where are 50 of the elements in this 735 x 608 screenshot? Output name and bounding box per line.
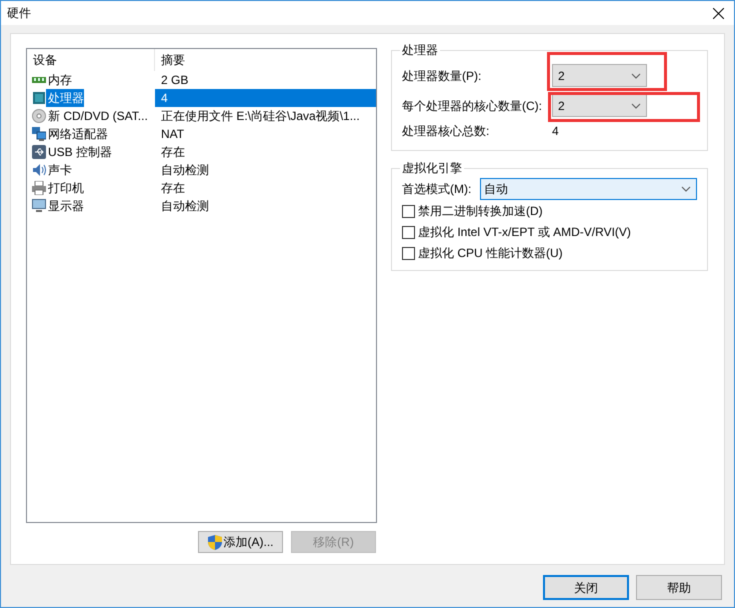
printer-icon bbox=[32, 181, 46, 195]
device-summary: NAT bbox=[160, 126, 186, 143]
device-name[interactable]: USB 控制器 bbox=[46, 143, 112, 161]
group-title: 处理器 bbox=[401, 42, 439, 59]
chip-icon bbox=[32, 91, 46, 105]
network-icon bbox=[32, 127, 46, 141]
device-name[interactable]: 打印机 bbox=[46, 179, 84, 197]
add-button[interactable]: 添加(A)... bbox=[198, 531, 283, 553]
checkbox[interactable] bbox=[402, 226, 415, 238]
checkbox-label: 虚拟化 Intel VT-x/EPT 或 AMD-V/RVI(V) bbox=[418, 224, 631, 241]
usb-icon bbox=[32, 145, 46, 159]
device-name[interactable]: 显示器 bbox=[46, 197, 84, 215]
shield-icon bbox=[208, 534, 222, 550]
total-cores-value: 4 bbox=[552, 123, 559, 140]
mode-dropdown[interactable]: 自动 bbox=[480, 178, 697, 200]
group-title: 虚拟化引擎 bbox=[401, 160, 463, 177]
device-summary: 2 GB bbox=[160, 72, 190, 89]
checkbox-label: 虚拟化 CPU 性能计数器(U) bbox=[418, 245, 563, 262]
speaker-icon bbox=[32, 163, 46, 177]
checkbox[interactable] bbox=[402, 204, 415, 218]
count-dropdown[interactable]: 2 bbox=[552, 64, 647, 87]
field-label: 处理器核心总数: bbox=[402, 123, 490, 140]
column-header[interactable]: 摘要 bbox=[155, 51, 376, 69]
device-summary: 正在使用文件 E:\尚硅谷\Java视频\1... bbox=[160, 108, 361, 125]
device-summary: 自动检测 bbox=[160, 198, 210, 215]
disc-icon bbox=[32, 109, 46, 123]
device-name[interactable]: 内存 bbox=[46, 71, 72, 89]
device-summary: 自动检测 bbox=[160, 162, 210, 179]
device-summary: 存在 bbox=[160, 180, 186, 197]
monitor-icon bbox=[32, 199, 46, 213]
chevron-down-icon bbox=[681, 186, 691, 192]
device-name[interactable]: 声卡 bbox=[46, 161, 72, 179]
device-name[interactable]: 处理器 bbox=[46, 89, 84, 107]
device-name[interactable]: 新 CD/DVD (SAT... bbox=[46, 107, 148, 125]
device-name[interactable]: 网络适配器 bbox=[46, 125, 108, 143]
column-header[interactable]: 设备 bbox=[27, 49, 155, 71]
close-icon[interactable] bbox=[713, 8, 724, 18]
count-dropdown[interactable]: 2 bbox=[552, 94, 647, 117]
device-summary: 4 bbox=[155, 89, 376, 107]
checkbox-label: 禁用二进制转换加速(D) bbox=[418, 203, 543, 220]
device-summary: 存在 bbox=[160, 144, 186, 161]
field-label: 每个处理器的核心数量(C): bbox=[402, 98, 543, 114]
checkbox[interactable] bbox=[402, 246, 415, 260]
chevron-down-icon bbox=[631, 102, 641, 108]
field-label: 处理器数量(P): bbox=[402, 68, 482, 84]
window-title: 硬件 bbox=[7, 5, 31, 22]
chevron-down-icon bbox=[631, 72, 641, 78]
close-button[interactable]: 关闭 bbox=[543, 575, 629, 600]
help-button[interactable]: 帮助 bbox=[636, 575, 722, 600]
field-label: 首选模式(M): bbox=[402, 181, 472, 198]
